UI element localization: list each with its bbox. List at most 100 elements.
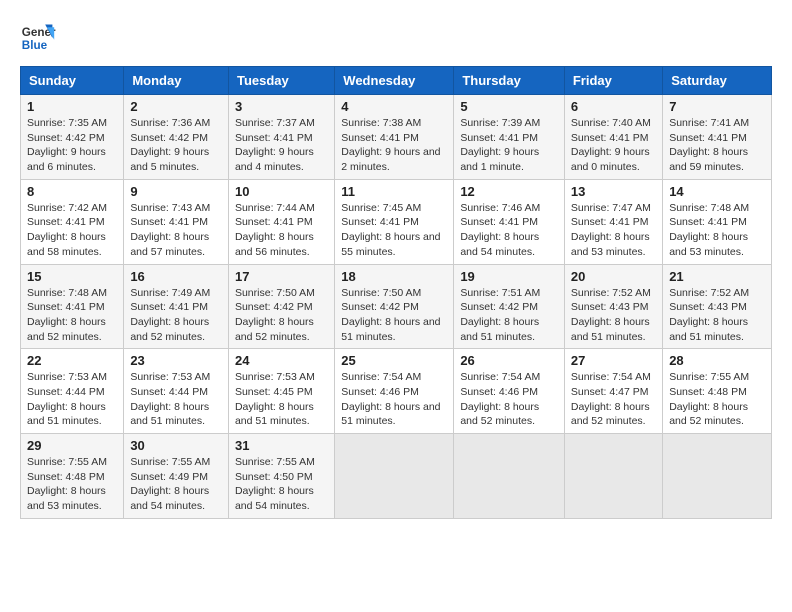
day-info: Sunrise: 7:55 AMSunset: 4:48 PMDaylight:… <box>27 455 117 514</box>
weekday-header-saturday: Saturday <box>663 67 772 95</box>
weekday-header-tuesday: Tuesday <box>228 67 334 95</box>
day-number: 24 <box>235 353 328 368</box>
calendar-cell: 29 Sunrise: 7:55 AMSunset: 4:48 PMDayligh… <box>21 434 124 519</box>
calendar-cell: 27 Sunrise: 7:54 AMSunset: 4:47 PMDayligh… <box>564 349 662 434</box>
day-info: Sunrise: 7:36 AMSunset: 4:42 PMDaylight:… <box>130 116 222 175</box>
day-number: 4 <box>341 99 447 114</box>
calendar-cell: 1 Sunrise: 7:35 AMSunset: 4:42 PMDaylight… <box>21 95 124 180</box>
calendar-cell: 24Sunrise: 7:53 AMSunset: 4:45 PMDayligh… <box>228 349 334 434</box>
calendar-cell <box>663 434 772 519</box>
day-info: Sunrise: 7:55 AMSunset: 4:48 PMDaylight:… <box>669 370 765 429</box>
day-number: 29 <box>27 438 117 453</box>
day-number: 23 <box>130 353 222 368</box>
day-number: 16 <box>130 269 222 284</box>
day-number: 31 <box>235 438 328 453</box>
calendar-week-3: 15 Sunrise: 7:48 AMSunset: 4:41 PMDayligh… <box>21 264 772 349</box>
calendar-body: 1 Sunrise: 7:35 AMSunset: 4:42 PMDaylight… <box>21 95 772 519</box>
day-info: Sunrise: 7:50 AMSunset: 4:42 PMDaylight:… <box>341 286 447 345</box>
day-number: 6 <box>571 99 656 114</box>
weekday-header-row: SundayMondayTuesdayWednesdayThursdayFrid… <box>21 67 772 95</box>
day-info: Sunrise: 7:55 AMSunset: 4:49 PMDaylight:… <box>130 455 222 514</box>
day-number: 11 <box>341 184 447 199</box>
day-info: Sunrise: 7:40 AMSunset: 4:41 PMDaylight:… <box>571 116 656 175</box>
calendar-week-4: 22Sunrise: 7:53 AMSunset: 4:44 PMDayligh… <box>21 349 772 434</box>
day-info: Sunrise: 7:39 AMSunset: 4:41 PMDaylight:… <box>460 116 558 175</box>
day-number: 13 <box>571 184 656 199</box>
day-info: Sunrise: 7:53 AMSunset: 4:44 PMDaylight:… <box>130 370 222 429</box>
calendar-cell: 6 Sunrise: 7:40 AMSunset: 4:41 PMDaylight… <box>564 95 662 180</box>
calendar-cell: 9 Sunrise: 7:43 AMSunset: 4:41 PMDaylight… <box>124 179 229 264</box>
day-info: Sunrise: 7:46 AMSunset: 4:41 PMDaylight:… <box>460 201 558 260</box>
day-number: 19 <box>460 269 558 284</box>
calendar-cell: 31 Sunrise: 7:55 AMSunset: 4:50 PMDayligh… <box>228 434 334 519</box>
calendar-cell: 7 Sunrise: 7:41 AMSunset: 4:41 PMDaylight… <box>663 95 772 180</box>
day-info: Sunrise: 7:47 AMSunset: 4:41 PMDaylight:… <box>571 201 656 260</box>
day-number: 25 <box>341 353 447 368</box>
calendar-cell: 28Sunrise: 7:55 AMSunset: 4:48 PMDayligh… <box>663 349 772 434</box>
calendar-cell: 5 Sunrise: 7:39 AMSunset: 4:41 PMDaylight… <box>454 95 565 180</box>
day-number: 2 <box>130 99 222 114</box>
day-number: 26 <box>460 353 558 368</box>
calendar-cell: 22Sunrise: 7:53 AMSunset: 4:44 PMDayligh… <box>21 349 124 434</box>
day-number: 9 <box>130 184 222 199</box>
day-info: Sunrise: 7:55 AMSunset: 4:50 PMDaylight:… <box>235 455 328 514</box>
day-info: Sunrise: 7:45 AMSunset: 4:41 PMDaylight:… <box>341 201 447 260</box>
calendar-cell: 8Sunrise: 7:42 AMSunset: 4:41 PMDaylight… <box>21 179 124 264</box>
calendar-cell: 2 Sunrise: 7:36 AMSunset: 4:42 PMDaylight… <box>124 95 229 180</box>
day-info: Sunrise: 7:41 AMSunset: 4:41 PMDaylight:… <box>669 116 765 175</box>
calendar-cell: 19 Sunrise: 7:51 AMSunset: 4:42 PMDayligh… <box>454 264 565 349</box>
calendar-week-1: 1 Sunrise: 7:35 AMSunset: 4:42 PMDaylight… <box>21 95 772 180</box>
calendar-cell: 30 Sunrise: 7:55 AMSunset: 4:49 PMDayligh… <box>124 434 229 519</box>
calendar-cell: 21Sunrise: 7:52 AMSunset: 4:43 PMDayligh… <box>663 264 772 349</box>
day-info: Sunrise: 7:50 AMSunset: 4:42 PMDaylight:… <box>235 286 328 345</box>
day-number: 5 <box>460 99 558 114</box>
day-number: 14 <box>669 184 765 199</box>
calendar-cell: 17 Sunrise: 7:50 AMSunset: 4:42 PMDayligh… <box>228 264 334 349</box>
calendar-cell: 16 Sunrise: 7:49 AMSunset: 4:41 PMDayligh… <box>124 264 229 349</box>
calendar-cell: 25Sunrise: 7:54 AMSunset: 4:46 PMDayligh… <box>335 349 454 434</box>
svg-text:Blue: Blue <box>22 39 48 52</box>
day-number: 15 <box>27 269 117 284</box>
day-info: Sunrise: 7:54 AMSunset: 4:47 PMDaylight:… <box>571 370 656 429</box>
calendar-cell: 15 Sunrise: 7:48 AMSunset: 4:41 PMDayligh… <box>21 264 124 349</box>
calendar-cell <box>564 434 662 519</box>
day-info: Sunrise: 7:35 AMSunset: 4:42 PMDaylight:… <box>27 116 117 175</box>
day-info: Sunrise: 7:49 AMSunset: 4:41 PMDaylight:… <box>130 286 222 345</box>
day-info: Sunrise: 7:52 AMSunset: 4:43 PMDaylight:… <box>571 286 656 345</box>
calendar-cell: 23 Sunrise: 7:53 AMSunset: 4:44 PMDayligh… <box>124 349 229 434</box>
calendar-week-5: 29 Sunrise: 7:55 AMSunset: 4:48 PMDayligh… <box>21 434 772 519</box>
weekday-header-wednesday: Wednesday <box>335 67 454 95</box>
day-number: 17 <box>235 269 328 284</box>
weekday-header-friday: Friday <box>564 67 662 95</box>
calendar-cell: 14 Sunrise: 7:48 AMSunset: 4:41 PMDayligh… <box>663 179 772 264</box>
day-info: Sunrise: 7:48 AMSunset: 4:41 PMDaylight:… <box>27 286 117 345</box>
day-number: 7 <box>669 99 765 114</box>
day-info: Sunrise: 7:54 AMSunset: 4:46 PMDaylight:… <box>460 370 558 429</box>
weekday-header-monday: Monday <box>124 67 229 95</box>
day-info: Sunrise: 7:51 AMSunset: 4:42 PMDaylight:… <box>460 286 558 345</box>
calendar-cell: 11 Sunrise: 7:45 AMSunset: 4:41 PMDayligh… <box>335 179 454 264</box>
day-info: Sunrise: 7:43 AMSunset: 4:41 PMDaylight:… <box>130 201 222 260</box>
day-info: Sunrise: 7:53 AMSunset: 4:44 PMDaylight:… <box>27 370 117 429</box>
day-info: Sunrise: 7:42 AMSunset: 4:41 PMDaylight:… <box>27 201 117 260</box>
day-number: 18 <box>341 269 447 284</box>
calendar-cell <box>454 434 565 519</box>
calendar-cell: 3Sunrise: 7:37 AMSunset: 4:41 PMDaylight… <box>228 95 334 180</box>
day-number: 27 <box>571 353 656 368</box>
day-number: 30 <box>130 438 222 453</box>
page-container: General Blue SundayMondayTuesdayWednesda… <box>20 20 772 519</box>
calendar-cell: 10Sunrise: 7:44 AMSunset: 4:41 PMDayligh… <box>228 179 334 264</box>
calendar-cell: 4Sunrise: 7:38 AMSunset: 4:41 PMDaylight… <box>335 95 454 180</box>
calendar-table: SundayMondayTuesdayWednesdayThursdayFrid… <box>20 66 772 519</box>
day-number: 20 <box>571 269 656 284</box>
day-number: 21 <box>669 269 765 284</box>
day-info: Sunrise: 7:37 AMSunset: 4:41 PMDaylight:… <box>235 116 328 175</box>
calendar-cell: 20 Sunrise: 7:52 AMSunset: 4:43 PMDayligh… <box>564 264 662 349</box>
day-number: 1 <box>27 99 117 114</box>
day-number: 10 <box>235 184 328 199</box>
day-info: Sunrise: 7:48 AMSunset: 4:41 PMDaylight:… <box>669 201 765 260</box>
calendar-cell: 26 Sunrise: 7:54 AMSunset: 4:46 PMDayligh… <box>454 349 565 434</box>
calendar-week-2: 8Sunrise: 7:42 AMSunset: 4:41 PMDaylight… <box>21 179 772 264</box>
weekday-header-sunday: Sunday <box>21 67 124 95</box>
header: General Blue <box>20 20 772 56</box>
